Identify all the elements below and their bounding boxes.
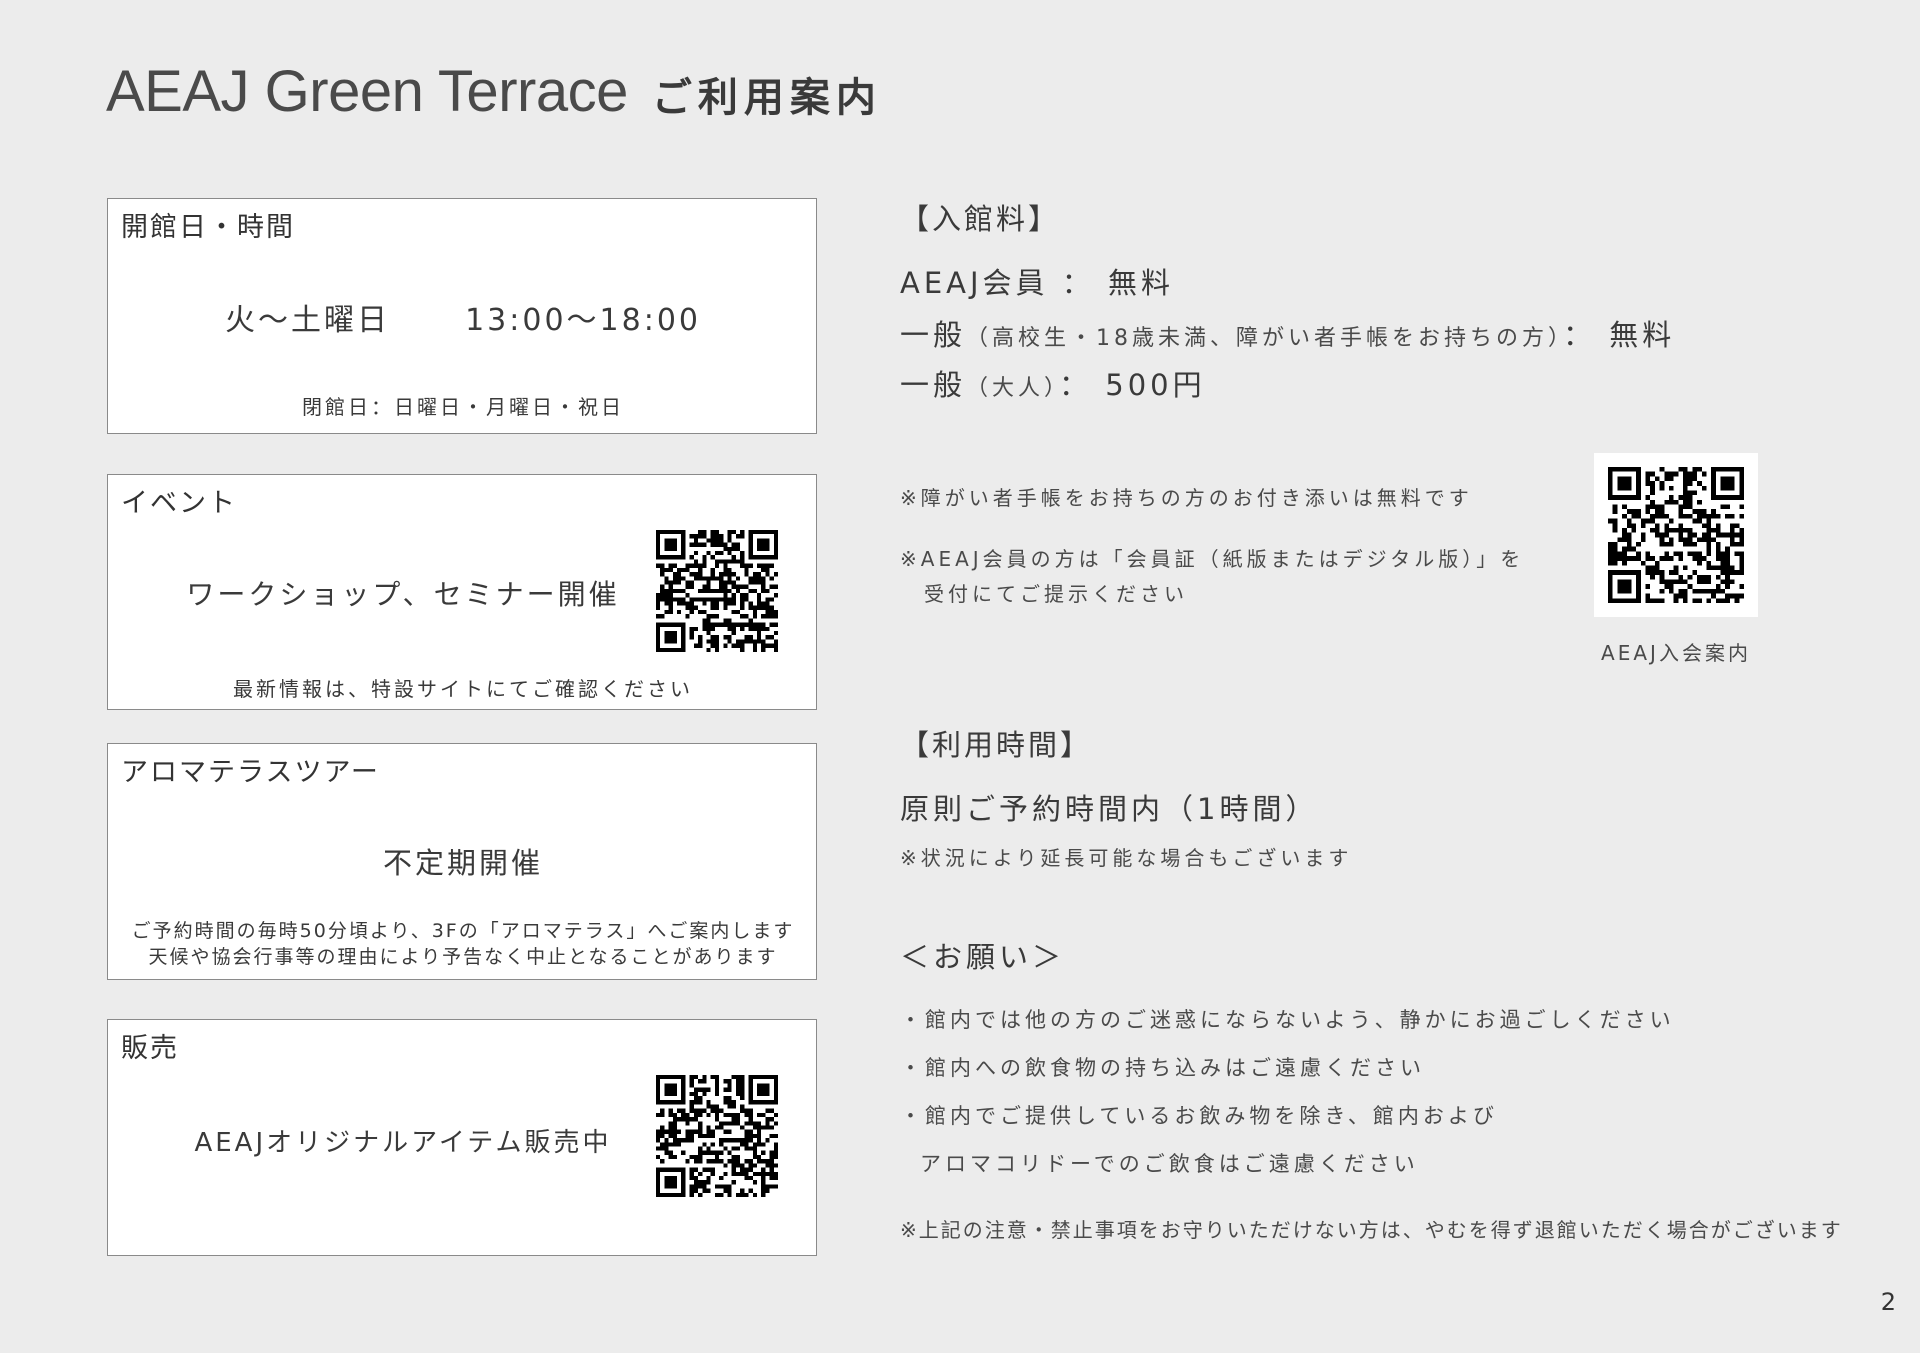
title-main: AEAJ Green Terrace xyxy=(106,59,628,124)
tour-note-2: 天候や協会行事等の理由により予告なく中止となることがあります xyxy=(148,946,778,968)
sales-label: 販売 xyxy=(121,1033,179,1064)
request-item-3: ・館内でご提供しているお飲み物を除き、館内および xyxy=(900,1104,1498,1128)
page-number: 2 xyxy=(1880,1288,1896,1316)
sales-main: AEAJオリジナルアイテム販売中 xyxy=(194,1128,612,1158)
request-item-1: ・館内では他の方のご迷惑にならないよう、静かにお過ごしください xyxy=(900,1008,1675,1032)
title-sub: ご利用案内 xyxy=(651,75,882,121)
hours-label: 開館日・時間 xyxy=(121,212,295,243)
membership-qr-caption: AEAJ入会案内 xyxy=(1601,641,1751,665)
tour-main: 不定期開催 xyxy=(382,846,543,880)
fee-heading: 【入館料】 xyxy=(900,202,1061,236)
event-box: イベント ワークショップ、セミナー開催 最新情報は、特設サイトにてご確認ください xyxy=(107,474,817,710)
membership-qr-code[interactable] xyxy=(1594,453,1758,617)
sales-qr-code[interactable] xyxy=(656,1075,778,1197)
hours-closed: 閉館日：日曜日・月曜日・祝日 xyxy=(302,395,624,419)
request-item-4: アロマコリドーでのご飲食はご遠慮ください xyxy=(920,1152,1419,1176)
hours-main: 火～土曜日 13:00～18:00 xyxy=(108,295,818,339)
fee-general-student: 一般（高校生・18歳未満、障がい者手帳をお持ちの方）： 無料 xyxy=(900,318,1676,352)
event-label: イベント xyxy=(121,488,237,519)
fee-general-adult: 一般（大人）： 500円 xyxy=(900,368,1206,402)
usage-heading: 【利用時間】 xyxy=(900,728,1093,762)
tour-label: アロマテラスツアー xyxy=(121,757,380,788)
tour-note-1: ご予約時間の毎時50分頃より、3Fの「アロマテラス」へご案内します xyxy=(131,920,795,942)
hours-time: 13:00～18:00 xyxy=(465,303,701,338)
request-heading: ＜お願い＞ xyxy=(900,940,1066,974)
hours-box: 開館日・時間 火～土曜日 13:00～18:00 閉館日：日曜日・月曜日・祝日 xyxy=(107,198,817,434)
usage-main: 原則ご予約時間内（1時間） xyxy=(900,792,1319,826)
event-main: ワークショップ、セミナー開催 xyxy=(186,578,620,611)
request-item-2: ・館内への飲食物の持ち込みはご遠慮ください xyxy=(900,1056,1425,1080)
hours-days: 火～土曜日 xyxy=(224,303,390,338)
fee-note-2b: 受付にてご提示ください xyxy=(924,582,1188,606)
tour-box: アロマテラスツアー 不定期開催 ご予約時間の毎時50分頃より、3Fの「アロマテラ… xyxy=(107,743,817,980)
page-title: AEAJ Green Terrace ご利用案内 xyxy=(106,58,882,125)
fee-note-1: ※障がい者手帳をお持ちの方のお付き添いは無料です xyxy=(900,486,1473,510)
request-warning: ※上記の注意・禁止事項をお守りいただけない方は、やむを得ず退館いただく場合がござ… xyxy=(900,1218,1843,1242)
event-qr-code[interactable] xyxy=(656,530,778,652)
sales-box: 販売 AEAJオリジナルアイテム販売中 xyxy=(107,1019,817,1256)
usage-note: ※状況により延長可能な場合もございます xyxy=(900,846,1353,870)
fee-note-2a: ※AEAJ会員の方は「会員証（紙版またはデジタル版）」を xyxy=(900,547,1525,571)
fee-member: AEAJ会員 ： 無料 xyxy=(900,266,1174,300)
event-note: 最新情報は、特設サイトにてご確認ください xyxy=(233,677,693,701)
